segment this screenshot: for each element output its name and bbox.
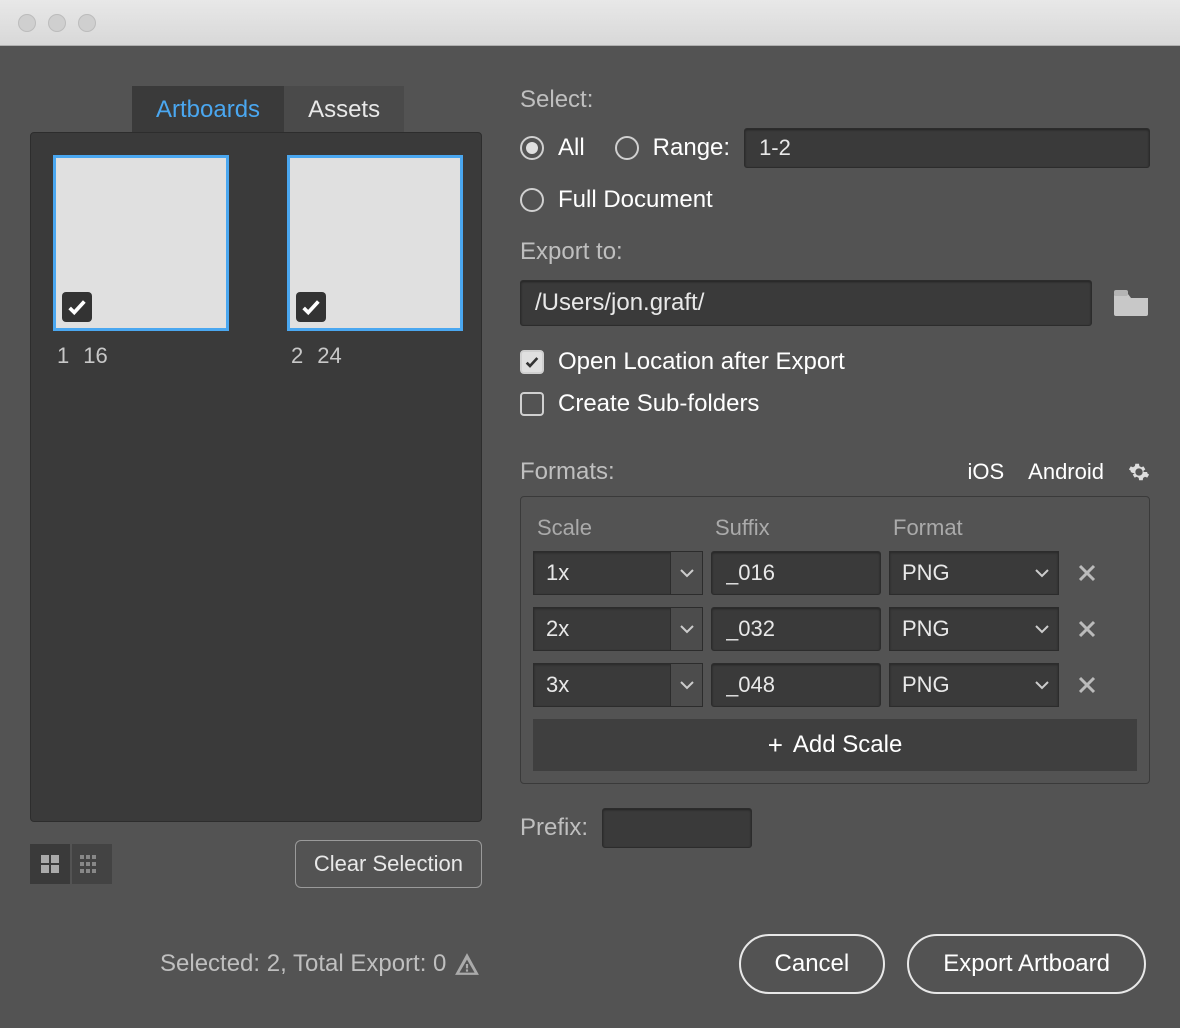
status-label: Selected: 2, Total Export: 0 — [160, 950, 446, 978]
export-path-input[interactable] — [520, 280, 1092, 326]
add-scale-button[interactable]: + Add Scale — [533, 719, 1137, 771]
formats-label: Formats: — [520, 458, 615, 486]
scale-value: 1x — [534, 560, 670, 586]
checkbox-open-location-label: Open Location after Export — [558, 348, 845, 376]
artboard-item: 2 24 — [287, 155, 463, 799]
grid-view-icon[interactable] — [30, 844, 70, 884]
chevron-down-icon — [1026, 552, 1058, 594]
artboard-name: 24 — [317, 343, 341, 369]
suffix-input[interactable] — [711, 663, 881, 707]
format-row: 3x PNG — [533, 663, 1137, 707]
prefix-label: Prefix: — [520, 814, 588, 842]
scale-dropdown[interactable]: 3x — [533, 663, 703, 707]
range-input[interactable] — [744, 128, 1150, 168]
chevron-down-icon — [670, 664, 702, 706]
format-value: PNG — [890, 616, 1026, 642]
suffix-input[interactable] — [711, 551, 881, 595]
format-row: 2x PNG — [533, 607, 1137, 651]
export-artboard-button[interactable]: Export Artboard — [907, 934, 1146, 994]
traffic-close[interactable] — [18, 14, 36, 32]
artboard-selected-icon — [62, 292, 92, 322]
artboard-index: 1 — [57, 343, 69, 369]
scale-dropdown[interactable]: 1x — [533, 551, 703, 595]
tab-assets[interactable]: Assets — [284, 86, 404, 132]
prefix-input[interactable] — [602, 808, 752, 848]
radio-full-document-label: Full Document — [558, 186, 713, 214]
tabbar: Artboards Assets — [132, 86, 482, 132]
radio-all[interactable] — [520, 136, 544, 160]
radio-full-document[interactable] — [520, 188, 544, 212]
traffic-zoom[interactable] — [78, 14, 96, 32]
scale-dropdown[interactable]: 2x — [533, 607, 703, 651]
scale-value: 3x — [534, 672, 670, 698]
warning-icon — [454, 951, 480, 977]
format-dropdown[interactable]: PNG — [889, 663, 1059, 707]
remove-row-icon[interactable] — [1067, 563, 1107, 583]
col-format: Format — [893, 515, 1063, 541]
chevron-down-icon — [670, 552, 702, 594]
artboard-thumb[interactable] — [287, 155, 463, 331]
titlebar — [0, 0, 1180, 46]
col-suffix: Suffix — [715, 515, 885, 541]
list-view-icon[interactable] — [72, 844, 112, 884]
checkbox-open-location[interactable] — [520, 350, 544, 374]
artboard-thumb[interactable] — [53, 155, 229, 331]
radio-range-label: Range: — [653, 134, 730, 162]
view-toggles — [30, 844, 112, 884]
tab-artboards[interactable]: Artboards — [132, 86, 284, 132]
chevron-down-icon — [1026, 664, 1058, 706]
traffic-minimize[interactable] — [48, 14, 66, 32]
col-scale: Scale — [537, 515, 707, 541]
format-dropdown[interactable]: PNG — [889, 607, 1059, 651]
select-label: Select: — [520, 86, 1150, 114]
checkbox-create-subfolders[interactable] — [520, 392, 544, 416]
radio-range[interactable] — [615, 136, 639, 160]
gear-icon[interactable] — [1128, 461, 1150, 483]
export-to-label: Export to: — [520, 238, 1150, 266]
preset-android[interactable]: Android — [1028, 459, 1104, 485]
artboard-grid: 1 16 2 24 — [30, 132, 482, 822]
clear-selection-button[interactable]: Clear Selection — [295, 840, 482, 888]
chevron-down-icon — [670, 608, 702, 650]
format-value: PNG — [890, 672, 1026, 698]
artboard-item: 1 16 — [53, 155, 229, 799]
radio-all-label: All — [558, 134, 585, 162]
browse-folder-icon[interactable] — [1114, 288, 1150, 318]
scale-value: 2x — [534, 616, 670, 642]
status-text: Selected: 2, Total Export: 0 — [160, 950, 480, 978]
remove-row-icon[interactable] — [1067, 619, 1107, 639]
artboard-label: 2 24 — [287, 343, 463, 369]
format-value: PNG — [890, 560, 1026, 586]
format-row: 1x PNG — [533, 551, 1137, 595]
artboard-name: 16 — [83, 343, 107, 369]
plus-icon: + — [768, 730, 783, 761]
suffix-input[interactable] — [711, 607, 881, 651]
formats-box: Scale Suffix Format 1x PNG 2x — [520, 496, 1150, 784]
chevron-down-icon — [1026, 608, 1058, 650]
checkbox-create-subfolders-label: Create Sub-folders — [558, 390, 759, 418]
remove-row-icon[interactable] — [1067, 675, 1107, 695]
artboard-index: 2 — [291, 343, 303, 369]
cancel-button[interactable]: Cancel — [739, 934, 886, 994]
preset-ios[interactable]: iOS — [967, 459, 1004, 485]
artboard-selected-icon — [296, 292, 326, 322]
add-scale-label: Add Scale — [793, 731, 902, 759]
format-dropdown[interactable]: PNG — [889, 551, 1059, 595]
artboard-label: 1 16 — [53, 343, 229, 369]
